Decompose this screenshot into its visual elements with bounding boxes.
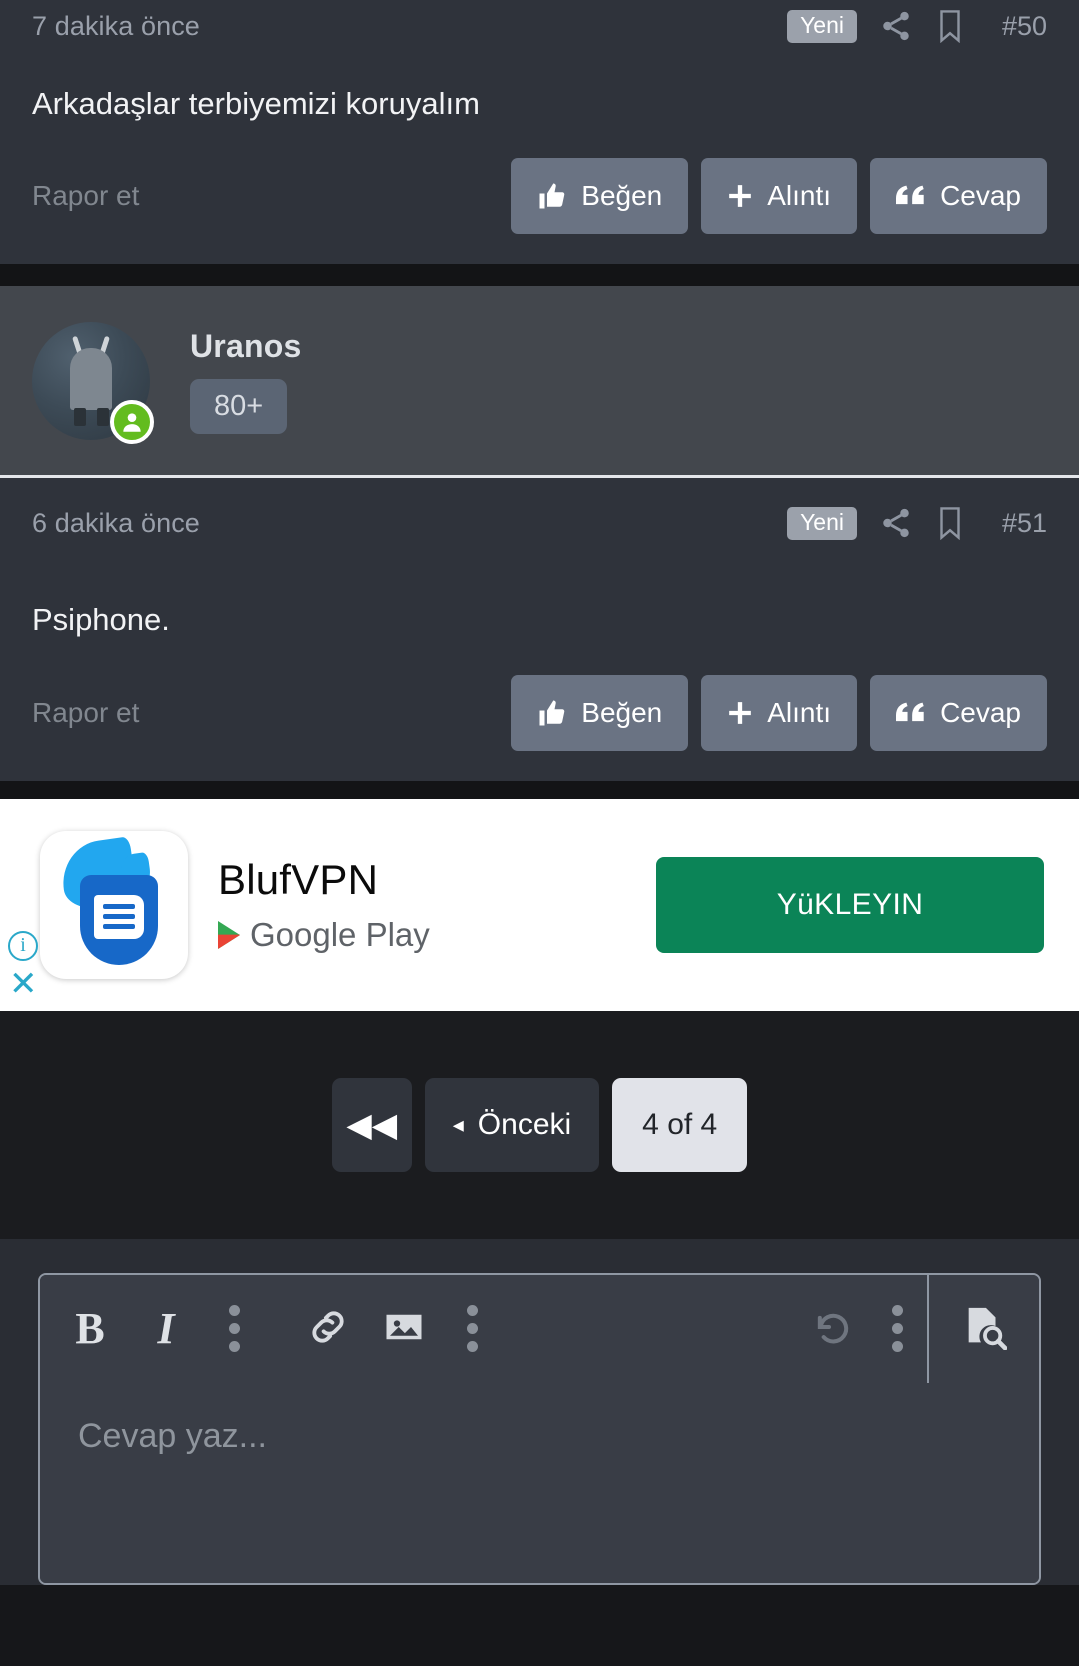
- ad-title: BlufVPN: [218, 855, 379, 903]
- quote-add-button[interactable]: Alıntı: [701, 158, 858, 235]
- chevron-left-icon: ◂: [452, 1111, 464, 1137]
- like-button[interactable]: Beğen: [511, 674, 689, 751]
- post-item: 6 dakika önce Yeni #51 Psiphone. Rapor e…: [0, 478, 1079, 781]
- more-insert-options-button[interactable]: [442, 1275, 502, 1383]
- bold-button[interactable]: B: [52, 1275, 128, 1383]
- post-meta: 7 dakika önce Yeni #50: [32, 0, 1047, 52]
- avatar[interactable]: [32, 321, 154, 444]
- quote-add-button[interactable]: Alıntı: [701, 674, 858, 751]
- bold-icon: B: [75, 1304, 105, 1354]
- post-meta: 6 dakika önce Yeni #51: [32, 478, 1047, 568]
- ad-close-icon[interactable]: ✕: [9, 967, 38, 1001]
- advertisement-banner[interactable]: BlufVPN Google Play YüKLEYIN i ✕: [0, 798, 1079, 1011]
- italic-icon: I: [157, 1304, 175, 1354]
- pagination-previous-label: Önceki: [477, 1107, 572, 1141]
- quote-add-label: Alıntı: [767, 180, 832, 212]
- avatar-leg-left-icon: [74, 407, 86, 426]
- bookmark-icon[interactable]: [935, 9, 965, 43]
- plus-icon: [727, 183, 753, 209]
- share-icon[interactable]: [879, 506, 913, 540]
- post-number[interactable]: #50: [987, 11, 1047, 42]
- reply-editor: B I Cevap yaz...: [38, 1272, 1041, 1585]
- preview-button[interactable]: [929, 1275, 1039, 1383]
- online-status-icon: [110, 399, 154, 444]
- more-history-options-button[interactable]: [867, 1275, 927, 1383]
- status-badge: Yeni: [787, 9, 857, 43]
- avatar-figure-icon: [70, 347, 112, 410]
- post-actions: Rapor et Beğen Alıntı Cevap: [32, 651, 1047, 781]
- avatar-leg-right-icon: [97, 407, 109, 426]
- like-button-label: Beğen: [581, 180, 663, 212]
- reply-button[interactable]: Cevap: [870, 158, 1047, 235]
- post-divider: [0, 264, 1079, 287]
- italic-button[interactable]: I: [128, 1275, 204, 1383]
- bookmark-icon[interactable]: [935, 506, 965, 541]
- pagination-previous-button[interactable]: ◂ Önceki: [424, 1077, 600, 1172]
- share-icon[interactable]: [879, 9, 913, 43]
- kebab-menu-icon: [891, 1305, 903, 1353]
- kebab-menu-icon: [228, 1305, 240, 1353]
- quote-icon: [896, 183, 926, 209]
- ad-divider: [0, 780, 1079, 799]
- status-badge: Yeni: [787, 506, 857, 540]
- thumbs-up-icon: [537, 181, 567, 211]
- google-play-icon: [218, 920, 240, 949]
- reply-button[interactable]: Cevap: [870, 674, 1047, 751]
- undo-button[interactable]: [791, 1275, 867, 1383]
- like-button[interactable]: Beğen: [511, 158, 689, 235]
- quote-icon: [896, 700, 926, 726]
- ad-info-icon[interactable]: i: [8, 930, 38, 961]
- pagination-page-indicator[interactable]: 4 of 4: [612, 1077, 748, 1172]
- letter-b-icon: [94, 894, 144, 939]
- ad-install-button[interactable]: YüKLEYIN: [656, 856, 1044, 953]
- pagination-first-button[interactable]: ◀◀: [331, 1077, 412, 1172]
- plus-icon: [727, 700, 753, 726]
- link-icon: [307, 1306, 349, 1351]
- quote-add-label: Alıntı: [767, 696, 832, 728]
- reply-button-label: Cevap: [940, 180, 1021, 212]
- author-username[interactable]: Uranos: [190, 328, 301, 365]
- report-link[interactable]: Rapor et: [32, 697, 139, 729]
- post-actions: Rapor et Beğen Alıntı Cevap: [32, 134, 1047, 264]
- ad-app-icon: [40, 830, 188, 979]
- post-content: Psiphone.: [32, 602, 170, 638]
- reply-editor-section: B I Cevap yaz...: [0, 1238, 1079, 1585]
- pagination-bar: ◀◀ ◂ Önceki 4 of 4: [0, 1010, 1079, 1239]
- more-text-options-button[interactable]: [204, 1275, 264, 1383]
- post-author-header: Uranos 80+: [0, 286, 1079, 479]
- reply-textarea[interactable]: Cevap yaz...: [40, 1382, 1039, 1583]
- editor-toolbar: B I: [40, 1274, 1039, 1383]
- post-content: Arkadaşlar terbiyemizi koruyalım: [32, 86, 480, 121]
- kebab-menu-icon: [466, 1305, 478, 1353]
- reply-button-label: Cevap: [940, 696, 1021, 728]
- author-post-count-badge: 80+: [190, 378, 288, 434]
- ad-store-label: Google Play: [250, 915, 430, 953]
- post-timestamp: 6 dakika önce: [32, 507, 200, 538]
- forum-thread-screen: 7 dakika önce Yeni #50 Arkadaşlar terbiy…: [0, 0, 1079, 1666]
- post-number[interactable]: #51: [987, 508, 1047, 539]
- insert-link-button[interactable]: [290, 1275, 366, 1383]
- preview-icon: [961, 1304, 1008, 1353]
- thumbs-up-icon: [537, 698, 567, 728]
- post-timestamp: 7 dakika önce: [32, 10, 200, 41]
- insert-image-button[interactable]: [366, 1275, 442, 1383]
- report-link[interactable]: Rapor et: [32, 180, 139, 212]
- post-item: 7 dakika önce Yeni #50 Arkadaşlar terbiy…: [0, 0, 1079, 265]
- like-button-label: Beğen: [581, 696, 663, 728]
- image-icon: [383, 1306, 425, 1351]
- undo-icon: [807, 1305, 851, 1352]
